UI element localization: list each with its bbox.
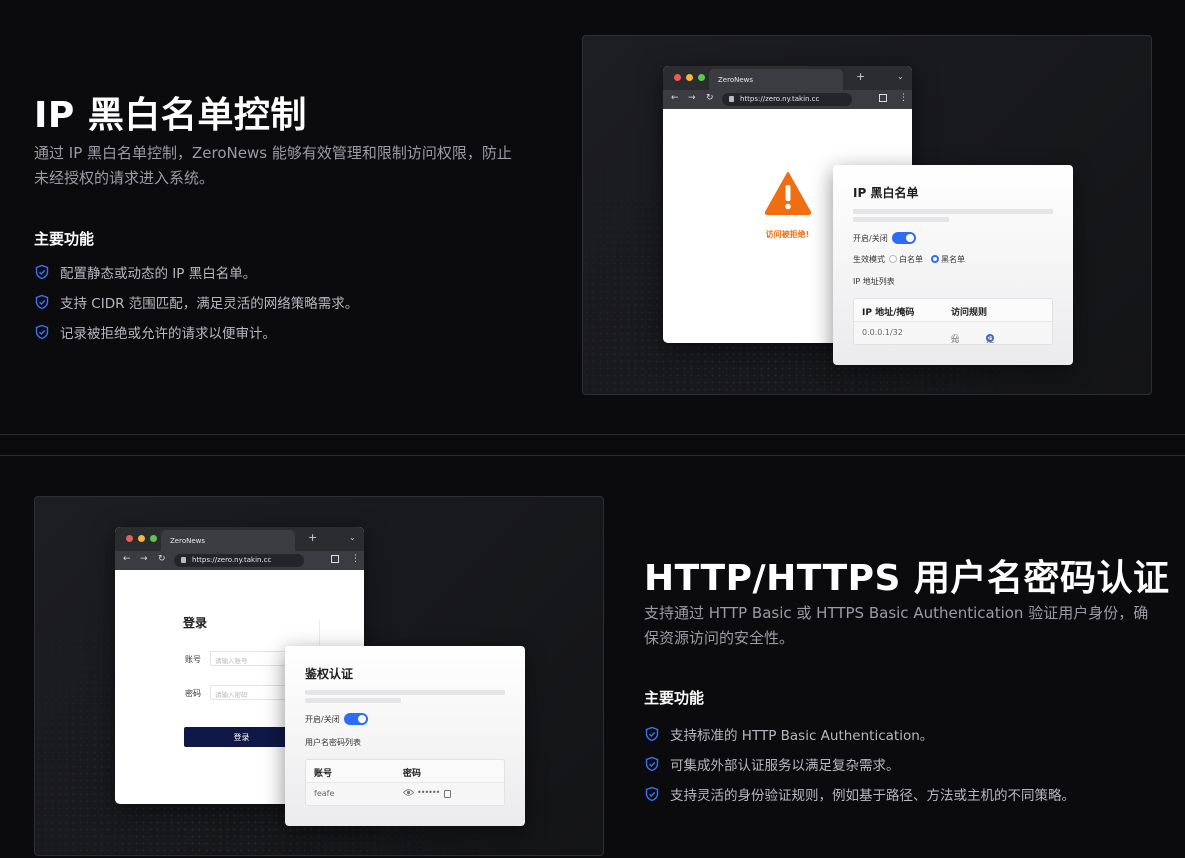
auth-section-description: 支持通过 HTTP Basic 或 HTTPS Basic Authentica… (644, 604, 1149, 647)
close-dot-icon[interactable] (126, 535, 133, 542)
user-table: 账号 密码 feafe •••••• (305, 759, 505, 806)
ip-section-description: 通过 IP 黑白名单控制，ZeroNews 能够有效管理和限制访问权限，防止 未… (34, 144, 512, 187)
browser-navbar: ← → ↻ https://zero.ny.takin.cc ⋮ (115, 551, 364, 570)
forward-arrow-icon[interactable]: → (140, 554, 148, 564)
feature-item: 可集成外部认证服务以满足复杂需求。 (644, 749, 1075, 779)
mode-radio-blacklist[interactable]: 黑名单 (931, 254, 965, 265)
password-mask: •••••• (417, 788, 440, 797)
more-vert-icon[interactable]: ⋮ (351, 554, 360, 564)
ip-section-title: IP 黑白名单控制 (34, 95, 307, 136)
shield-check-icon (645, 756, 659, 772)
lock-icon (729, 96, 734, 102)
ip-list-card: IP 黑白名单 开启/关闭 生效模式 白名单 黑名单 IP 地址列表 IP 地址… (833, 165, 1073, 365)
sidebar-icon[interactable] (879, 94, 887, 102)
ip-feature-list: 配置静态或动态的 IP 黑白名单。 支持 CIDR 范围匹配，满足灵活的网络策略… (34, 257, 358, 347)
ip-features-title: 主要功能 (34, 230, 95, 248)
feature-item: 配置静态或动态的 IP 黑白名单。 (34, 257, 358, 287)
auth-card: 鉴权认证 开启/关闭 用户名密码列表 账号 密码 feafe •••••• (285, 646, 525, 826)
table-row: feafe •••••• (306, 783, 504, 805)
warning-triangle-icon (764, 172, 812, 215)
auth-section-title: HTTP/HTTPS 用户名密码认证 (644, 558, 1170, 599)
chevron-down-icon[interactable]: ⌄ (349, 533, 356, 542)
card-title: IP 黑白名单 (853, 186, 919, 200)
address-bar[interactable]: https://zero.ny.takin.cc (174, 554, 304, 567)
shield-check-icon (645, 786, 659, 802)
copy-icon[interactable] (444, 790, 451, 798)
maximize-dot-icon[interactable] (698, 74, 705, 81)
mode-label: 生效模式 (853, 255, 885, 264)
browser-navbar: ← → ↻ https://zero.ny.takin.cc ⋮ (663, 90, 912, 109)
ip-illustration-panel: ZeroNews + ⌄ ← → ↻ https://zero.ny.takin… (582, 35, 1152, 395)
enable-toggle[interactable] (344, 713, 368, 725)
lock-icon (181, 557, 186, 563)
card-title: 鉴权认证 (305, 667, 354, 681)
show-password-icon[interactable] (402, 788, 415, 799)
close-dot-icon[interactable] (674, 74, 681, 81)
forward-arrow-icon[interactable]: → (688, 93, 696, 103)
minimize-dot-icon[interactable] (686, 74, 693, 81)
table-header: 账号 密码 (306, 760, 504, 783)
feature-item: 支持灵活的身份验证规则，例如基于路径、方法或主机的不同策略。 (644, 779, 1075, 809)
browser-titlebar: ZeroNews + ⌄ (663, 66, 912, 90)
radio-icon (889, 255, 897, 263)
new-tab-icon[interactable]: + (856, 70, 865, 83)
feature-item: 记录被拒绝或允许的请求以便审计。 (34, 317, 358, 347)
chevron-down-icon[interactable]: ⌄ (897, 72, 904, 81)
mode-radio-whitelist[interactable]: 白名单 (889, 254, 923, 265)
auth-feature-list: 支持标准的 HTTP Basic Authentication。 可集成外部认证… (644, 719, 1075, 809)
new-tab-icon[interactable]: + (308, 531, 317, 544)
back-arrow-icon[interactable]: ← (123, 554, 131, 564)
password-label: 密码 (185, 689, 201, 698)
login-title: 登录 (183, 616, 208, 630)
address-bar[interactable]: https://zero.ny.takin.cc (722, 93, 852, 106)
browser-tab[interactable]: ZeroNews (709, 69, 843, 90)
radio-selected-icon (931, 255, 939, 263)
sidebar-icon[interactable] (331, 555, 339, 563)
feature-item: 支持标准的 HTTP Basic Authentication。 (644, 719, 1075, 749)
auth-illustration-panel: ZeroNews + ⌄ ← → ↻ https://zero.ny.takin… (34, 496, 604, 856)
login-button[interactable]: 登录 (184, 727, 299, 747)
enable-toggle[interactable] (892, 232, 916, 244)
user-list-label: 用户名密码列表 (305, 738, 361, 747)
auth-features-title: 主要功能 (644, 689, 705, 707)
reload-icon[interactable]: ↻ (158, 554, 166, 564)
toggle-label: 开启/关闭 (305, 715, 340, 724)
ip-list-label: IP 地址列表 (853, 277, 895, 286)
shield-check-icon (645, 726, 659, 742)
table-row: 0.0.0.1/32 允许 拒绝 (854, 322, 1052, 344)
table-header: IP 地址/掩码 访问规则 (854, 299, 1052, 322)
ip-blacklist-section: IP 黑白名单控制 通过 IP 黑白名单控制，ZeroNews 能够有效管理和限… (0, 0, 1185, 435)
shield-check-icon (35, 294, 49, 310)
shield-check-icon (35, 264, 49, 280)
browser-titlebar: ZeroNews + ⌄ (115, 527, 364, 551)
maximize-dot-icon[interactable] (150, 535, 157, 542)
more-vert-icon[interactable]: ⋮ (899, 93, 908, 103)
reload-icon[interactable]: ↻ (706, 93, 714, 103)
shield-check-icon (35, 324, 49, 340)
account-label: 账号 (185, 655, 201, 664)
browser-tab[interactable]: ZeroNews (161, 530, 295, 551)
feature-item: 支持 CIDR 范围匹配，满足灵活的网络策略需求。 (34, 287, 358, 317)
minimize-dot-icon[interactable] (138, 535, 145, 542)
toggle-label: 开启/关闭 (853, 234, 888, 243)
http-auth-section: ZeroNews + ⌄ ← → ↻ https://zero.ny.takin… (0, 455, 1185, 858)
ip-table: IP 地址/掩码 访问规则 0.0.0.1/32 允许 拒绝 (853, 298, 1053, 345)
back-arrow-icon[interactable]: ← (671, 93, 679, 103)
